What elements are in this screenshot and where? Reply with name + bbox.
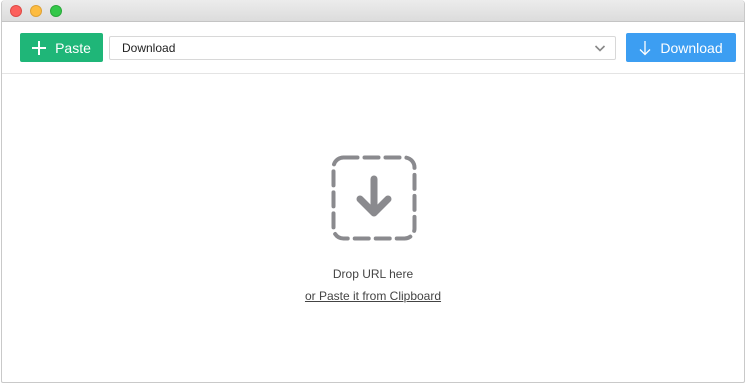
format-select[interactable]: Download xyxy=(109,36,616,60)
format-select-value: Download xyxy=(122,41,176,55)
chevron-down-icon xyxy=(594,45,606,52)
plus-icon xyxy=(32,40,47,55)
arrow-down-icon xyxy=(639,40,651,55)
download-drop-icon xyxy=(331,155,417,241)
paste-button-label: Paste xyxy=(55,39,91,56)
minimize-window-button[interactable] xyxy=(30,5,42,17)
close-window-button[interactable] xyxy=(10,5,22,17)
paste-from-clipboard-link-container: or Paste it from Clipboard xyxy=(2,289,744,303)
download-button[interactable]: Download xyxy=(626,33,736,62)
zoom-window-button[interactable] xyxy=(50,5,62,17)
paste-button[interactable]: Paste xyxy=(20,33,103,62)
app-window: Paste Download Download Drop URL here or… xyxy=(1,0,745,383)
drop-zone[interactable]: Drop URL here or Paste it from Clipboard xyxy=(2,74,744,382)
download-button-label: Download xyxy=(660,39,723,56)
toolbar: Paste Download Download xyxy=(2,22,744,74)
drop-url-text: Drop URL here xyxy=(332,267,414,281)
paste-from-clipboard-link[interactable]: or Paste it from Clipboard xyxy=(305,289,441,303)
title-bar[interactable] xyxy=(2,0,744,22)
